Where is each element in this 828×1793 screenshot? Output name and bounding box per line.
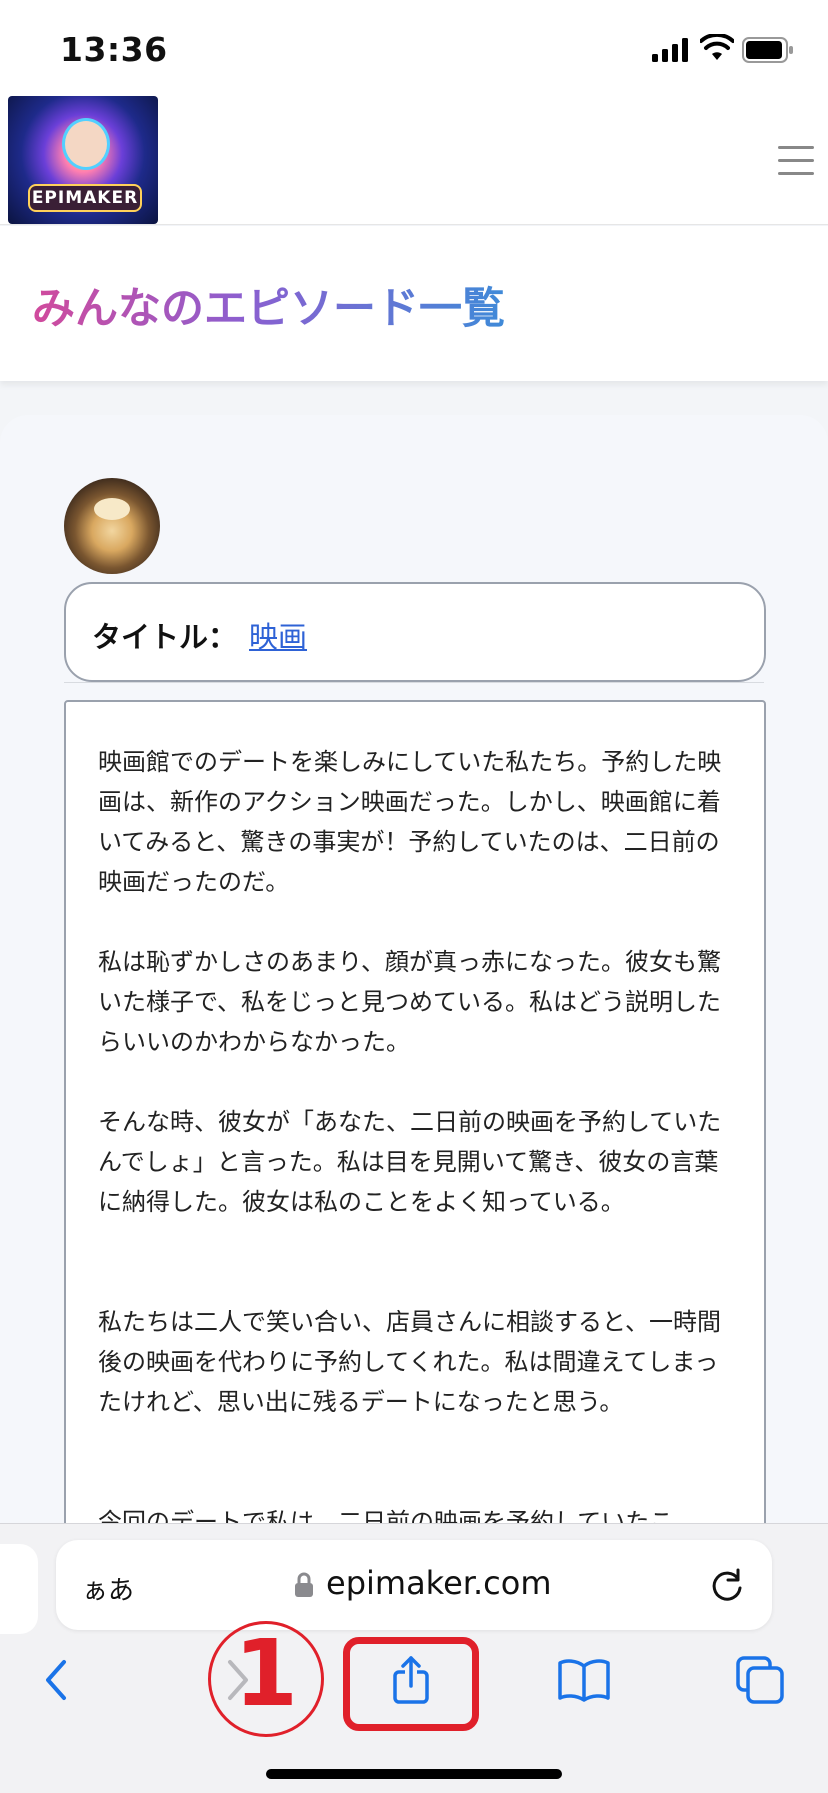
address-bar[interactable]: ぁあ epimaker.com <box>56 1540 772 1630</box>
text-size-button[interactable]: ぁあ <box>82 1570 134 1607</box>
status-bar: 13:36 <box>0 0 828 96</box>
hamburger-menu-icon[interactable] <box>778 146 814 176</box>
bookmarks-icon[interactable] <box>556 1652 612 1708</box>
episode-paragraph: 私たちは二人で笑い合い、店員さんに相談すると、一時間後の映画を代わりに予約してく… <box>98 1308 722 1416</box>
episode-paragraph: 私は恥ずかしさのあまり、顔が真っ赤になった。彼女も驚いた様子で、私をじっと見つめ… <box>98 948 722 1056</box>
episode-paragraph: 映画館でのデートを楽しみにしていた私たち。予約した映画は、新作のアクション映画だ… <box>98 748 722 896</box>
status-time: 13:36 <box>60 30 168 69</box>
url-text[interactable]: epimaker.com <box>326 1564 551 1602</box>
reload-icon[interactable] <box>708 1566 746 1604</box>
back-icon[interactable] <box>30 1652 86 1708</box>
page-title: みんなのエピソード一覧 <box>32 274 505 336</box>
site-logo[interactable]: EPIMAKER <box>8 96 158 224</box>
home-indicator[interactable] <box>266 1769 562 1779</box>
logo-text: EPIMAKER <box>28 184 142 212</box>
episode-title-link[interactable]: 映画 <box>249 614 307 656</box>
page-title-section: みんなのエピソード一覧 <box>0 226 828 381</box>
episode-title-label: タイトル： <box>92 620 238 654</box>
share-highlight-box <box>343 1637 479 1731</box>
episode-paragraph: そんな時、彼女が「あなた、二日前の映画を予約していたんでしょ」と言った。私は目を… <box>98 1108 722 1216</box>
step-annotation-number: 1 <box>233 1620 298 1727</box>
user-avatar <box>64 478 160 574</box>
episode-body: 映画館でのデートを楽しみにしていた私たち。予約した映画は、新作のアクション映画だ… <box>64 700 766 1604</box>
battery-icon <box>742 37 793 63</box>
episode-title-box: タイトル： 映画 <box>64 582 766 682</box>
divider <box>64 682 764 683</box>
tabs-icon[interactable] <box>732 1652 788 1708</box>
previous-tab-peek[interactable] <box>0 1544 38 1634</box>
wifi-icon <box>700 34 734 60</box>
logo-character <box>62 118 110 170</box>
browser-toolbar: ぁあ epimaker.com 1 <box>0 1523 828 1793</box>
site-header: EPIMAKER <box>0 96 828 225</box>
lock-icon <box>295 1572 313 1597</box>
signal-icon <box>652 38 688 62</box>
